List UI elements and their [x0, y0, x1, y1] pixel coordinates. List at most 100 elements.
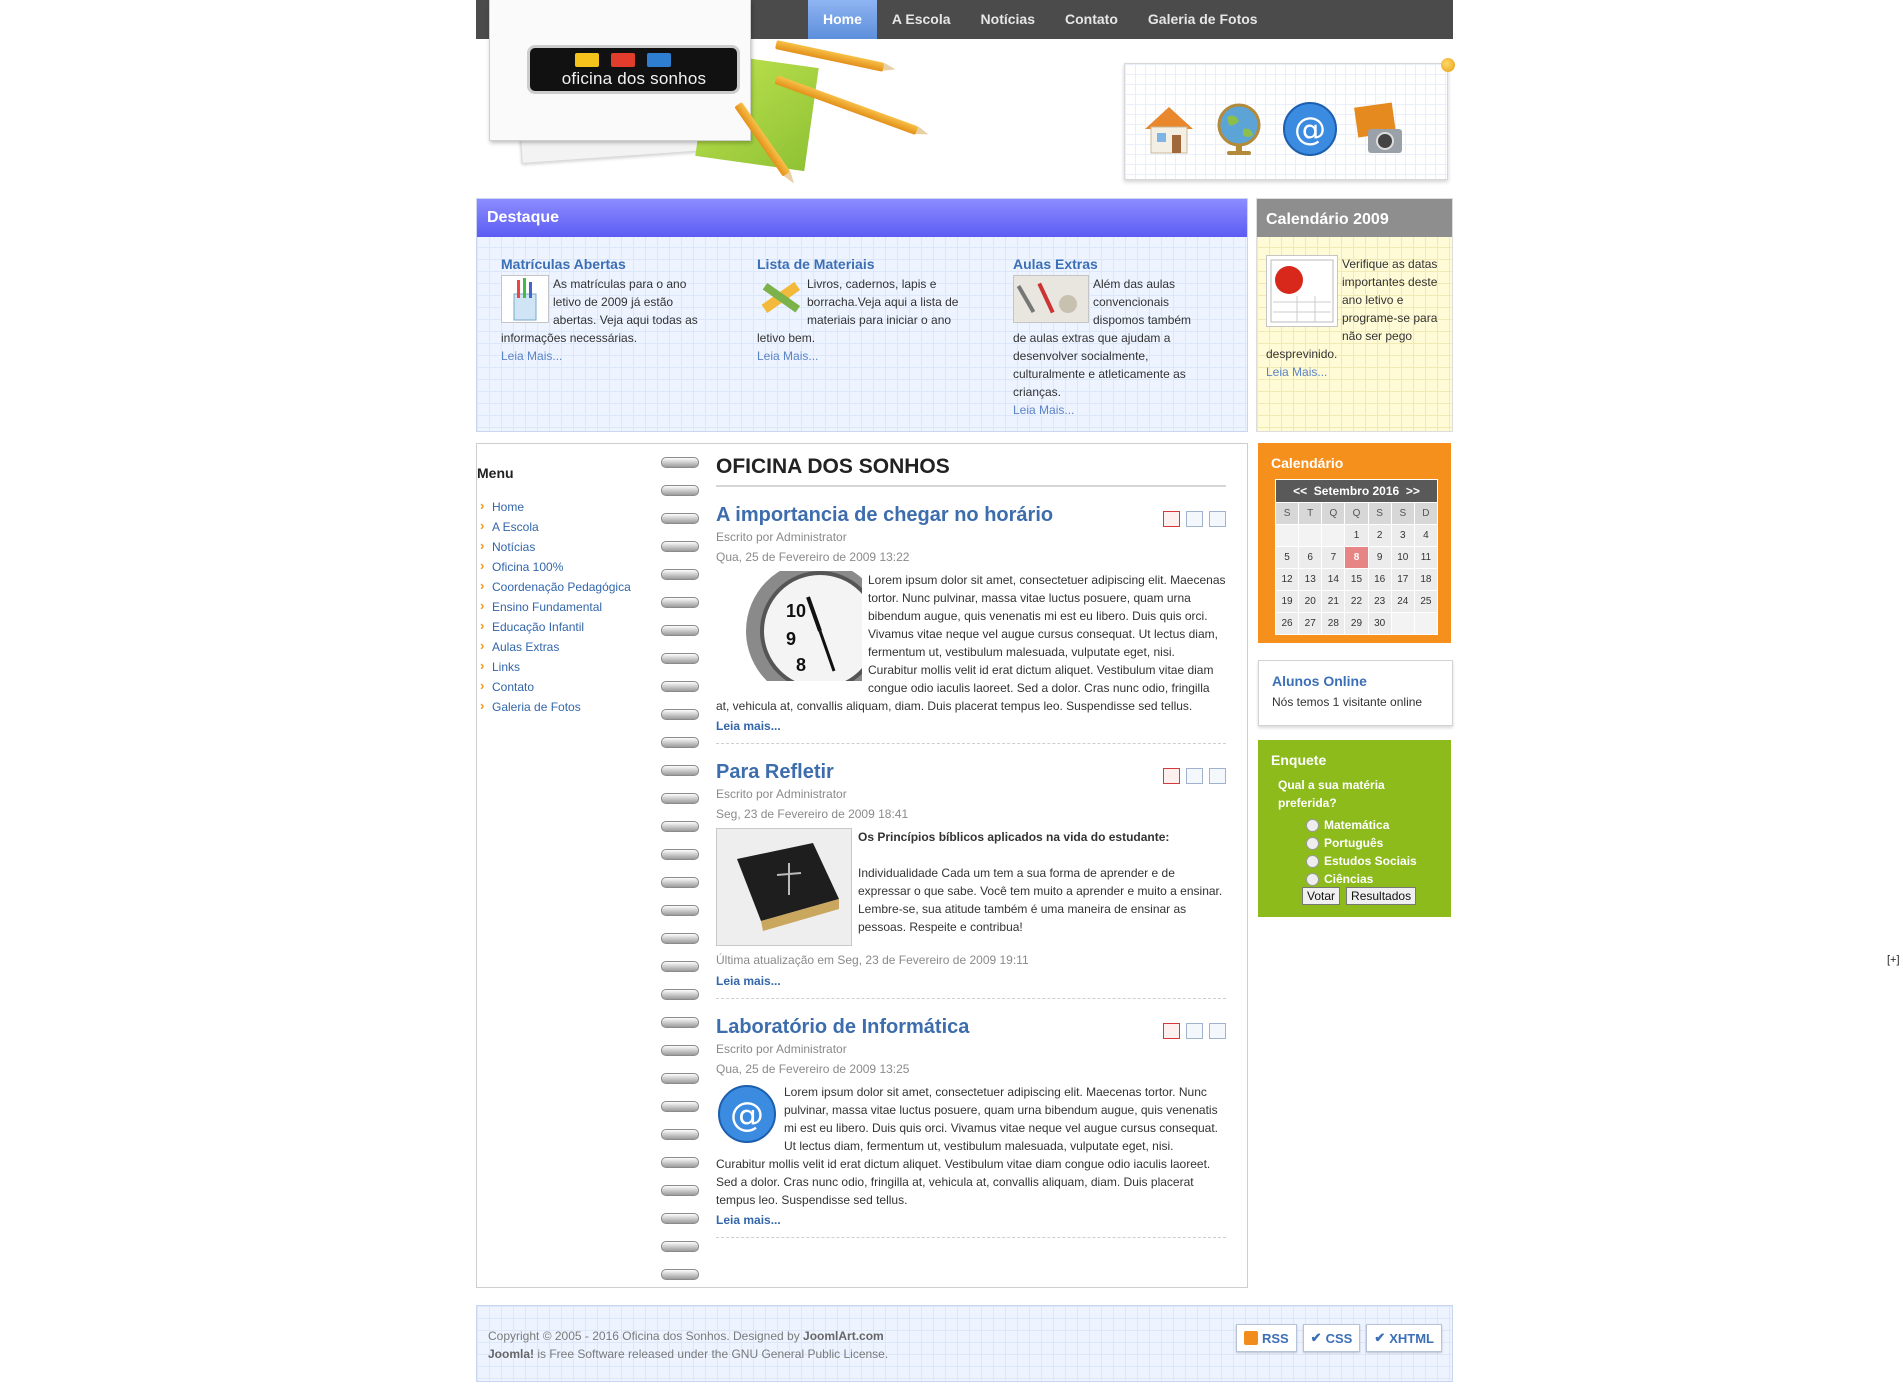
print-icon[interactable]	[1186, 511, 1203, 527]
css-label: CSS	[1325, 1330, 1353, 1346]
article-title[interactable]: A importancia de chegar no horário	[716, 503, 1226, 527]
read-more-link[interactable]: Leia mais...	[716, 719, 1226, 733]
expand-toggle[interactable]: [+]	[1887, 954, 1900, 966]
nav-noticias[interactable]: Notícias	[966, 0, 1050, 39]
calendar-next-button[interactable]: >>	[1406, 484, 1420, 498]
calendar-table: << Setembro 2016 >> S T Q Q S S D 1 2 3 4 5 6 7 8 9 10 11…	[1274, 479, 1439, 635]
joomla-link[interactable]: Joomla!	[488, 1347, 534, 1361]
print-icon[interactable]	[1186, 768, 1203, 784]
read-more-link[interactable]: Leia mais...	[716, 974, 1226, 988]
poll-option[interactable]: Estudos Sociais	[1306, 852, 1451, 870]
sidebar-item-galeria-de-fotos[interactable]: Galeria de Fotos	[479, 696, 631, 717]
pdf-icon[interactable]	[1163, 1023, 1180, 1039]
email-icon[interactable]	[1209, 511, 1226, 527]
poll-option[interactable]: Português	[1306, 834, 1451, 852]
poll-option[interactable]: Matemática	[1306, 816, 1451, 834]
pdf-icon[interactable]	[1163, 511, 1180, 527]
featured-item-read-more[interactable]: Leia Mais...	[757, 349, 818, 363]
calendar-day-cell[interactable]: 9	[1367, 546, 1392, 569]
home-icon[interactable]	[1139, 99, 1199, 159]
calendar-day-cell[interactable]: 24	[1390, 590, 1415, 613]
calendar-day-cell[interactable]: 5	[1274, 546, 1300, 569]
calendar-day-cell[interactable]: 2	[1367, 524, 1392, 547]
featured-item-title[interactable]: Lista de Materiais	[757, 255, 962, 273]
calendar-day-cell[interactable]: 30	[1367, 612, 1392, 635]
article-title[interactable]: Para Refletir	[716, 760, 1226, 784]
sidebar-item-home[interactable]: Home	[479, 496, 631, 517]
print-icon[interactable]	[1186, 1023, 1203, 1039]
calendar-day-cell[interactable]: 10	[1390, 546, 1415, 569]
sidebar-item-links[interactable]: Links	[479, 656, 631, 677]
poll-option[interactable]: Ciências	[1306, 870, 1451, 888]
email-icon[interactable]: @	[1280, 99, 1340, 159]
poll-option-label: Estudos Sociais	[1324, 854, 1417, 868]
sidebar-item-noticias[interactable]: Notícias	[479, 536, 631, 557]
sidebar-item-contato[interactable]: Contato	[479, 676, 631, 697]
calendar-day-cell[interactable]: 11	[1413, 546, 1439, 569]
calendar-2009-panel: Calendário 2009 Verifique as datas impor…	[1256, 198, 1453, 432]
sidebar-item-aulas-extras[interactable]: Aulas Extras	[479, 636, 631, 657]
calendar-day-cell[interactable]: 18	[1413, 568, 1439, 591]
sidebar-item-a-escola[interactable]: A Escola	[479, 516, 631, 537]
poll-question: Qual a sua matéria preferida?	[1278, 778, 1385, 810]
site-logo[interactable]: oficina dos sonhos	[527, 45, 740, 94]
featured-item-title[interactable]: Matrículas Abertas	[501, 255, 716, 273]
calendar-day-cell[interactable]: 16	[1367, 568, 1392, 591]
calendar-day-cell[interactable]: 15	[1344, 568, 1369, 591]
sidebar-item-oficina-100[interactable]: Oficina 100%	[479, 556, 631, 577]
calendar-day-cell[interactable]: 23	[1367, 590, 1392, 613]
radio-button[interactable]	[1306, 854, 1319, 868]
email-at-image: @	[716, 1083, 778, 1145]
calendar-day-cell[interactable]: 4	[1413, 524, 1439, 547]
radio-button[interactable]	[1306, 836, 1319, 850]
calendar-day-cell[interactable]: 25	[1413, 590, 1439, 613]
calendar-today-cell[interactable]: 8	[1344, 546, 1369, 569]
globe-icon[interactable]	[1209, 99, 1269, 159]
calendar-day-cell[interactable]: 28	[1321, 612, 1346, 635]
featured-item-title[interactable]: Aulas Extras	[1013, 255, 1193, 273]
calendar-day-cell[interactable]: 7	[1321, 546, 1346, 569]
calendar-day-cell[interactable]: 21	[1321, 590, 1346, 613]
calendar-day-cell[interactable]: 17	[1390, 568, 1415, 591]
nav-a-escola[interactable]: A Escola	[877, 0, 966, 39]
results-button[interactable]: Resultados	[1346, 887, 1417, 905]
sidebar-item-ensino-fundamental[interactable]: Ensino Fundamental	[479, 596, 631, 617]
read-more-link[interactable]: Leia mais...	[716, 1213, 1226, 1227]
nav-contato[interactable]: Contato	[1050, 0, 1133, 39]
nav-home[interactable]: Home	[808, 0, 877, 39]
radio-button[interactable]	[1306, 818, 1319, 832]
calendar-day-cell[interactable]: 22	[1344, 590, 1369, 613]
calendar-2009-read-more[interactable]: Leia Mais...	[1266, 365, 1327, 379]
email-icon[interactable]	[1209, 768, 1226, 784]
poll-option-label: Matemática	[1324, 818, 1390, 832]
calendar-prev-button[interactable]: <<	[1293, 484, 1307, 498]
radio-button[interactable]	[1306, 872, 1319, 886]
email-icon[interactable]	[1209, 1023, 1226, 1039]
rss-badge[interactable]: RSS	[1235, 1324, 1297, 1352]
article-title[interactable]: Laboratório de Informática	[716, 1015, 1226, 1039]
calendar-day-cell[interactable]: 13	[1298, 568, 1323, 591]
xhtml-badge[interactable]: ✔ XHTML	[1366, 1324, 1442, 1352]
sidebar-item-coordenacao-pedagogica[interactable]: Coordenação Pedagógica	[479, 576, 631, 597]
calendar-day-cell[interactable]: 3	[1390, 524, 1415, 547]
calendar-day-cell[interactable]: 12	[1274, 568, 1300, 591]
designer-link[interactable]: JoomlArt.com	[803, 1329, 884, 1343]
calendar-day-cell[interactable]: 29	[1344, 612, 1369, 635]
calendar-day-cell[interactable]: 14	[1321, 568, 1346, 591]
calendar-day-cell[interactable]: 20	[1298, 590, 1323, 613]
nav-galeria-de-fotos[interactable]: Galeria de Fotos	[1133, 0, 1273, 39]
css-badge[interactable]: ✔ CSS	[1302, 1324, 1361, 1352]
featured-item-read-more[interactable]: Leia Mais...	[1013, 403, 1074, 417]
sidebar-item-educacao-infantil[interactable]: Educação Infantil	[479, 616, 631, 637]
pdf-icon[interactable]	[1163, 768, 1180, 784]
calendar-day-cell[interactable]: 6	[1298, 546, 1323, 569]
calendar-day-cell[interactable]: 1	[1344, 524, 1369, 547]
calendar-day-cell[interactable]: 26	[1274, 612, 1300, 635]
calendar-day-cell[interactable]: 19	[1274, 590, 1300, 613]
calendar-2009-item: Verifique as datas importantes deste ano…	[1266, 255, 1444, 381]
featured-item-read-more[interactable]: Leia Mais...	[501, 349, 562, 363]
bible-image	[716, 828, 852, 946]
photo-camera-icon[interactable]	[1350, 99, 1410, 159]
calendar-day-cell[interactable]: 27	[1298, 612, 1323, 635]
vote-button[interactable]: Votar	[1302, 887, 1341, 905]
